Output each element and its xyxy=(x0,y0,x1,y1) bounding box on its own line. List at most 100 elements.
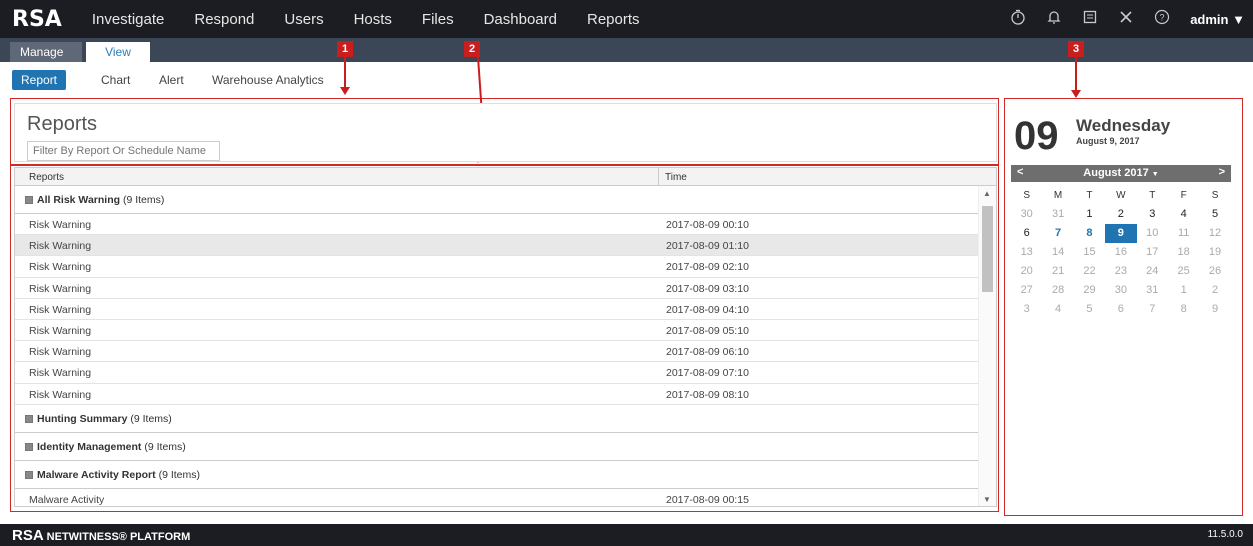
subtab-warehouse-analytics[interactable]: Warehouse Analytics xyxy=(203,70,333,90)
calendar-day[interactable]: 1 xyxy=(1074,205,1105,224)
nav-dashboard[interactable]: Dashboard xyxy=(484,11,557,28)
calendar-panel: 09 Wednesday August 9, 2017 < August 201… xyxy=(1010,104,1240,509)
calendar-day[interactable]: 21 xyxy=(1042,262,1073,281)
expand-icon[interactable] xyxy=(25,414,33,423)
current-full-date: August 9, 2017 xyxy=(1076,136,1140,146)
subtab-chart[interactable]: Chart xyxy=(92,70,139,90)
calendar-day[interactable]: 11 xyxy=(1168,224,1199,243)
collapse-icon[interactable] xyxy=(25,196,33,204)
nav-reports[interactable]: Reports xyxy=(587,11,640,28)
calendar-day[interactable]: 6 xyxy=(1011,224,1042,243)
current-weekday: Wednesday xyxy=(1076,116,1171,135)
notes-icon[interactable] xyxy=(1082,9,1098,30)
table-row[interactable]: Risk Warning 2017-08-09 03:10 xyxy=(15,278,980,299)
scroll-down-icon[interactable]: ▼ xyxy=(983,495,991,504)
column-header-reports[interactable]: Reports xyxy=(29,172,64,183)
calendar-day[interactable]: 13 xyxy=(1011,243,1042,262)
next-month-button[interactable]: > xyxy=(1219,166,1225,178)
calendar-day[interactable]: 23 xyxy=(1105,262,1136,281)
vertical-scrollbar[interactable]: ▲ ▼ xyxy=(978,186,996,506)
calendar-day[interactable]: 31 xyxy=(1137,281,1168,300)
tab-view[interactable]: View xyxy=(86,42,150,62)
report-time: 2017-08-09 01:10 xyxy=(666,240,749,253)
group-row-malware-activity-report[interactable]: Malware Activity Report (9 Items) xyxy=(15,461,980,489)
calendar-day: 4 xyxy=(1055,303,1062,315)
calendar-day[interactable]: 26 xyxy=(1199,262,1230,281)
user-menu[interactable]: admin ▼ xyxy=(1190,12,1245,27)
nav-files[interactable]: Files xyxy=(422,11,454,28)
weekday-label: T xyxy=(1086,190,1093,201)
filter-input[interactable] xyxy=(27,141,220,161)
callout-marker-1: 1 xyxy=(337,41,353,57)
month-label: August 2017 xyxy=(1083,167,1149,179)
table-row[interactable]: Risk Warning 2017-08-09 08:10 xyxy=(15,384,980,405)
group-count: (9 Items) xyxy=(122,194,165,206)
calendar-day[interactable]: 24 xyxy=(1137,262,1168,281)
calendar-day[interactable]: 19 xyxy=(1199,243,1230,262)
collapse-icon[interactable] xyxy=(25,470,33,479)
footer-product-name: NETWITNESS® PLATFORM xyxy=(46,531,191,543)
table-row[interactable]: Malware Activity 2017-08-09 00:15 xyxy=(15,489,980,506)
table-row[interactable]: Risk Warning 2017-08-09 06:10 xyxy=(15,341,980,363)
column-header-time[interactable]: Time xyxy=(665,172,687,183)
calendar-day[interactable]: 30 xyxy=(1105,281,1136,300)
nav-hosts[interactable]: Hosts xyxy=(354,11,392,28)
calendar-day[interactable]: 3 xyxy=(1137,205,1168,224)
scroll-up-icon[interactable]: ▲ xyxy=(983,189,991,198)
calendar-day[interactable]: 14 xyxy=(1042,243,1073,262)
expand-icon[interactable] xyxy=(25,442,33,451)
group-count: (9 Items) xyxy=(130,412,172,425)
month-select[interactable]: August 2017 ▼ xyxy=(1011,167,1231,179)
report-name: Risk Warning xyxy=(29,388,92,401)
calendar-day[interactable]: 22 xyxy=(1074,262,1105,281)
nav-investigate[interactable]: Investigate xyxy=(92,11,165,28)
report-time: 2017-08-09 05:10 xyxy=(666,324,749,337)
calendar-day[interactable]: 2 xyxy=(1105,205,1136,224)
group-row-hunting-summary[interactable]: Hunting Summary (9 Items) xyxy=(15,405,980,433)
tab-manage[interactable]: Manage xyxy=(10,42,82,62)
nav-users[interactable]: Users xyxy=(284,11,323,28)
calendar-day-selected[interactable]: 9 xyxy=(1105,224,1137,243)
calendar-day[interactable]: 20 xyxy=(1011,262,1042,281)
table-row[interactable]: Risk Warning 2017-08-09 05:10 xyxy=(15,320,980,342)
help-icon[interactable]: ? xyxy=(1154,9,1170,30)
table-row[interactable]: Risk Warning 2017-08-09 04:10 xyxy=(15,299,980,320)
calendar-day[interactable]: 17 xyxy=(1137,243,1168,262)
scrollbar-thumb[interactable] xyxy=(982,206,993,292)
calendar-day[interactable]: 18 xyxy=(1168,243,1199,262)
chevron-down-icon: ▼ xyxy=(1151,171,1159,178)
calendar-day[interactable]: 29 xyxy=(1074,281,1105,300)
column-divider[interactable] xyxy=(658,168,659,186)
bell-icon[interactable] xyxy=(1046,9,1062,30)
table-row[interactable]: Risk Warning 2017-08-09 00:10 xyxy=(15,214,980,236)
timer-icon[interactable] xyxy=(1010,9,1026,30)
calendar-day: 2 xyxy=(1211,284,1219,296)
calendar-day[interactable]: 4 xyxy=(1168,205,1199,224)
nav-respond[interactable]: Respond xyxy=(194,11,254,28)
subtab-alert[interactable]: Alert xyxy=(150,70,193,90)
calendar-day[interactable]: 12 xyxy=(1199,224,1230,243)
report-time: 2017-08-09 08:10 xyxy=(666,388,749,401)
calendar-day[interactable]: 10 xyxy=(1137,224,1168,243)
calendar-day[interactable]: 16 xyxy=(1105,243,1136,262)
subtab-report[interactable]: Report xyxy=(12,70,67,90)
calendar-day[interactable]: 7 xyxy=(1042,224,1073,243)
group-name: Identity Management xyxy=(37,440,142,453)
group-row-identity-management[interactable]: Identity Management (9 Items) xyxy=(15,433,980,461)
calendar-day[interactable]: 15 xyxy=(1074,243,1105,262)
calendar-day[interactable]: 27 xyxy=(1011,281,1042,300)
calendar-day: 3 xyxy=(1023,303,1030,315)
calendar-day[interactable]: 5 xyxy=(1199,205,1230,224)
tools-icon[interactable] xyxy=(1118,9,1134,30)
group-row-all-risk-warning[interactable]: All Risk Warning (9 Items) xyxy=(15,186,980,214)
calendar-day: 31 xyxy=(1051,208,1065,220)
table-row-selected[interactable]: Risk Warning 2017-08-09 01:10 xyxy=(15,235,980,257)
calendar-day[interactable]: 28 xyxy=(1042,281,1073,300)
table-row[interactable]: Risk Warning 2017-08-09 07:10 xyxy=(15,362,980,384)
table-row[interactable]: Risk Warning 2017-08-09 02:10 xyxy=(15,256,980,278)
group-count: (9 Items) xyxy=(158,468,200,481)
calendar-week-row: 30 31 1 2 3 4 5 xyxy=(1011,205,1231,224)
calendar-day[interactable]: 25 xyxy=(1168,262,1199,281)
report-time: 2017-08-09 07:10 xyxy=(666,367,749,380)
calendar-day[interactable]: 8 xyxy=(1074,224,1105,243)
